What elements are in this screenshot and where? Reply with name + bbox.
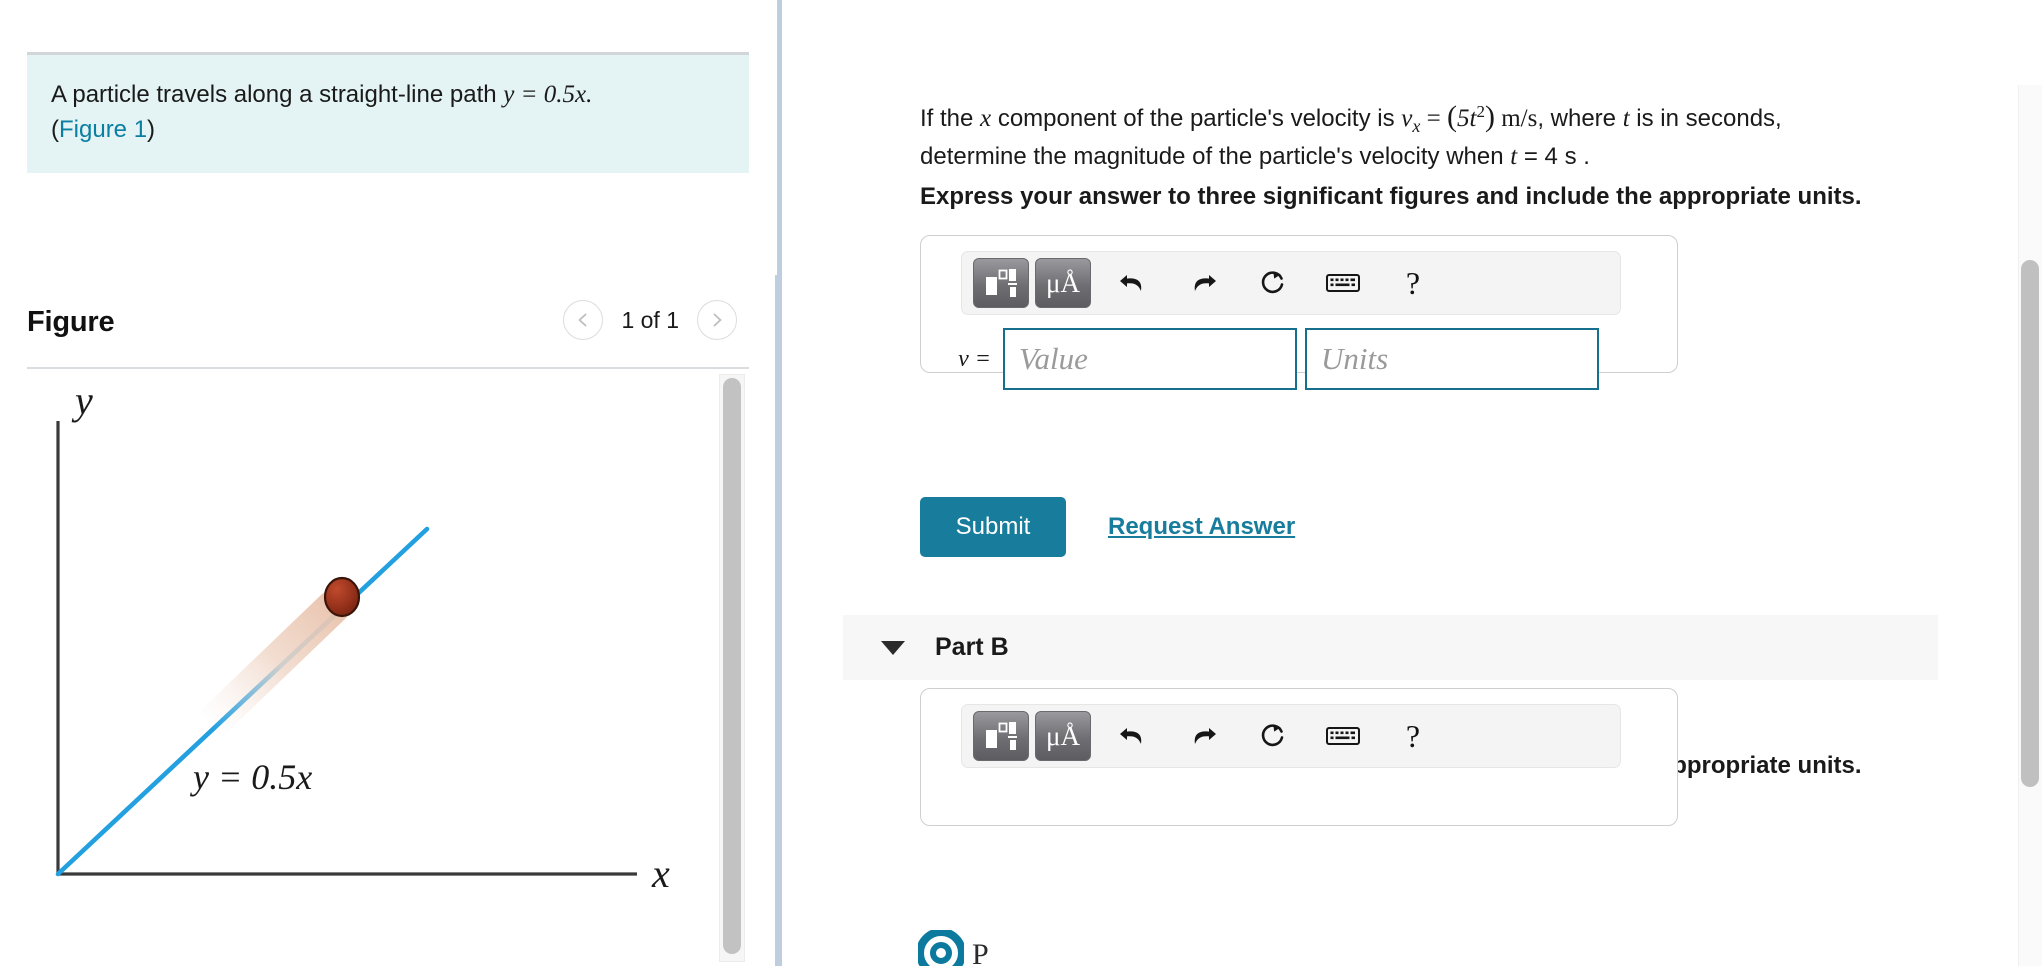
part-b-math-toolbar: μÅ ? — [961, 704, 1621, 768]
problem-statement-text: A particle travels along a straight-line… — [51, 77, 725, 147]
pearson-logo-icon — [918, 930, 964, 966]
statement-prefix: A particle travels along a straight-line… — [51, 81, 504, 108]
chevron-right-icon — [713, 313, 722, 327]
qa-seg-6: = 4 s . — [1517, 143, 1590, 171]
keyboard-icon[interactable] — [1313, 711, 1373, 761]
line-equation-label: y = 0.5x — [190, 757, 312, 797]
page-scrollbar-thumb[interactable] — [2021, 260, 2039, 787]
caret-down-icon[interactable] — [881, 640, 905, 655]
reset-circular-arrow-icon[interactable] — [1243, 258, 1303, 308]
figure-link-close-paren: ) — [147, 115, 156, 143]
part-a-math-toolbar: μÅ ? — [961, 251, 1621, 315]
figure-prev-button[interactable] — [563, 300, 604, 340]
undo-arrow-icon[interactable] — [1103, 711, 1163, 761]
qa-var-v: v — [1401, 105, 1413, 132]
statement-equation: y = 0.5x. — [503, 81, 593, 108]
qa-paren-close: ) — [1484, 100, 1495, 133]
pane-divider-lower — [775, 275, 782, 966]
figure-scrollbar-thumb[interactable] — [723, 378, 741, 954]
qa-seg-5: determine the magnitude of the particle'… — [920, 143, 1511, 171]
part-a-question-text: If the x component of the particle's vel… — [920, 96, 1940, 175]
qa-var-t: t — [1622, 105, 1630, 132]
problem-page: A particle travels along a straight-line… — [0, 0, 2042, 966]
right-pane: If the x component of the particle's vel… — [782, 0, 2042, 966]
undo-glyph — [1120, 275, 1142, 291]
particle-path-diagram: y x y = 0.5x — [55, 378, 670, 896]
pearson-wordmark: P — [972, 938, 989, 966]
math-template-icon[interactable] — [973, 258, 1029, 308]
x-axis-label: x — [651, 851, 670, 896]
figure-scrollbar[interactable] — [719, 374, 745, 962]
part-a-value-input[interactable] — [1003, 328, 1297, 390]
undo-glyph — [1120, 728, 1142, 744]
micro-angstrom-units-icon[interactable]: μÅ — [1035, 258, 1091, 308]
part-a-request-answer-link[interactable]: Request Answer — [1108, 513, 1295, 541]
problem-statement-box: A particle travels along a straight-line… — [27, 52, 749, 173]
qa-seg-1: If the — [920, 105, 981, 132]
question-mark-help-icon[interactable]: ? — [1383, 258, 1443, 308]
micro-angstrom-units-icon[interactable]: μÅ — [1035, 711, 1091, 761]
figure-canvas-wrapper: y x y = 0.5x — [27, 367, 749, 966]
part-a-units-input[interactable] — [1305, 328, 1599, 390]
reset-glyph — [1261, 724, 1284, 747]
part-b-answer-box: μÅ ? — [920, 688, 1678, 826]
keyboard-glyph — [1326, 274, 1360, 292]
qa-paren-open: ( — [1446, 100, 1457, 133]
undo-arrow-icon[interactable] — [1103, 258, 1163, 308]
particle-marker — [323, 576, 361, 618]
part-a-input-row: v = — [947, 328, 1599, 390]
qa-seg-4: is in seconds, — [1629, 105, 1782, 132]
part-a-express-note: Express your answer to three significant… — [920, 183, 1862, 210]
figure-1-link[interactable]: Figure 1 — [59, 116, 147, 143]
qa-var-x: x — [980, 105, 992, 132]
units-icon-label: μÅ — [1046, 720, 1080, 751]
figure-next-button[interactable] — [697, 300, 737, 340]
figure-pager-label: 1 of 1 — [621, 306, 679, 333]
part-a-answer-box: μÅ ? v = Value Units — [920, 235, 1678, 390]
y-axis-label: y — [71, 378, 93, 423]
reset-circular-arrow-icon[interactable] — [1243, 711, 1303, 761]
figure-header: Figure 1 of 1 — [27, 292, 749, 360]
figure-diagram: y x y = 0.5x — [27, 369, 727, 966]
chevron-left-icon — [579, 313, 587, 327]
math-template-icon[interactable] — [973, 711, 1029, 761]
motion-trail — [192, 590, 350, 743]
reset-glyph — [1261, 271, 1284, 294]
redo-arrow-icon[interactable] — [1173, 711, 1233, 761]
redo-arrow-icon[interactable] — [1173, 258, 1233, 308]
part-b-title: Part B — [935, 633, 1009, 661]
keyboard-glyph — [1326, 727, 1360, 745]
part-b-header-band[interactable]: Part B — [843, 615, 1938, 680]
part-a-variable-label: v = — [958, 345, 991, 372]
qa-expr-5t: 5t — [1456, 105, 1477, 132]
page-scrollbar[interactable] — [2018, 85, 2042, 966]
question-mark-help-icon[interactable]: ? — [1383, 711, 1443, 761]
left-pane: A particle travels along a straight-line… — [0, 0, 777, 966]
part-a-submit-button[interactable]: Submit — [920, 497, 1066, 557]
qa-seg-3: , where — [1537, 105, 1623, 132]
figure-pager: 1 of 1 — [563, 300, 737, 340]
qa-units: m/s — [1494, 105, 1538, 132]
qa-expr-exponent: 2 — [1476, 102, 1485, 121]
figure-panel-title: Figure — [27, 306, 115, 338]
math-template-glyph — [986, 722, 1017, 750]
qa-seg-2: component of the particle's velocity is — [991, 105, 1402, 132]
units-icon-label: μÅ — [1046, 267, 1080, 298]
redo-glyph — [1194, 275, 1216, 291]
redo-glyph — [1194, 728, 1216, 744]
math-template-glyph — [986, 269, 1017, 297]
figure-link-open-paren: ( — [51, 115, 59, 143]
qa-equals: = — [1420, 105, 1447, 132]
keyboard-icon[interactable] — [1313, 258, 1373, 308]
